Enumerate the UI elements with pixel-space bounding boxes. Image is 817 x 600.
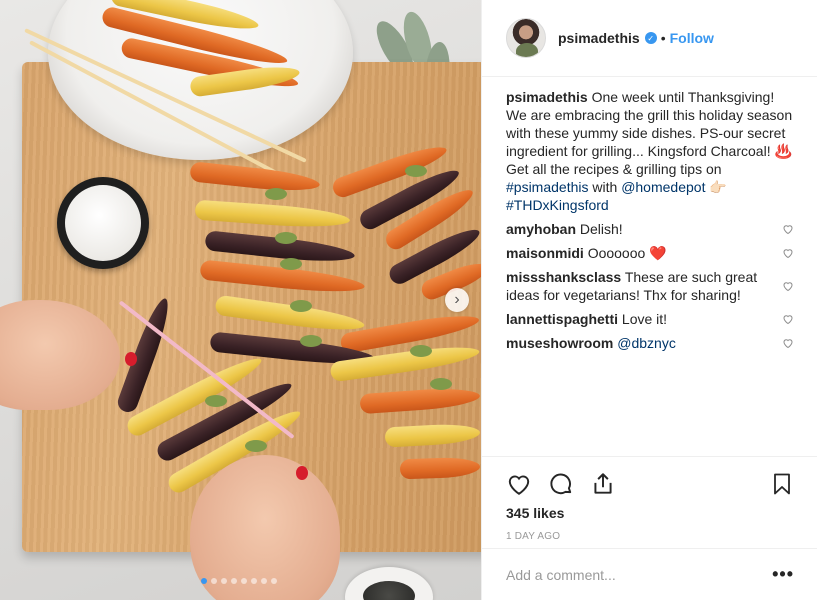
add-comment-bar: ••• — [482, 548, 817, 600]
herb-leaf — [290, 300, 312, 312]
comment-icon[interactable] — [548, 471, 574, 497]
hashtag-link[interactable]: #THDxKingsford — [506, 197, 609, 213]
small-heart-icon[interactable] — [782, 247, 794, 259]
herb-leaf — [405, 165, 427, 177]
caption-text: 👉🏻 — [705, 179, 727, 195]
comment-author[interactable]: maisonmidi — [506, 245, 584, 261]
herb-leaf — [245, 440, 267, 452]
nail — [296, 466, 308, 480]
herb-leaf — [430, 378, 452, 390]
carousel-dot — [251, 578, 257, 584]
comment-row: missshanksclass These are such great ide… — [506, 268, 794, 304]
comment-text: Delish! — [579, 221, 623, 237]
herb-leaf — [410, 345, 432, 357]
chevron-right-icon: › — [454, 291, 460, 308]
post-panel: psimadethis ✓ • Follow psimadethis One w… — [481, 0, 817, 600]
comment-row: lannettispaghetti Love it! — [506, 310, 794, 328]
comment-author[interactable]: missshanksclass — [506, 269, 621, 285]
carousel-dot — [211, 578, 217, 584]
caption-author[interactable]: psimadethis — [506, 89, 588, 105]
caption-text: with — [588, 179, 622, 195]
post-header: psimadethis ✓ • Follow — [482, 0, 817, 77]
verified-badge-icon: ✓ — [644, 32, 657, 44]
mention-link[interactable]: @dbznyc — [617, 335, 676, 351]
more-options-icon[interactable]: ••• — [772, 564, 794, 585]
heart-emoji: ❤️ — [649, 245, 667, 261]
follow-button[interactable]: Follow — [670, 30, 714, 46]
comment-text: Ooooooo — [587, 245, 646, 261]
caption: psimadethis One week until Thanksgiving!… — [506, 88, 794, 214]
comment-row: museshowroom @dbznyc — [506, 334, 794, 352]
bookmark-icon[interactable] — [770, 471, 794, 497]
post-timestamp[interactable]: 1 DAY AGO — [482, 531, 817, 542]
salt-bowl — [57, 177, 149, 269]
nail — [125, 352, 137, 366]
carousel-indicator — [201, 578, 277, 584]
separator: • — [660, 30, 666, 46]
heart-icon[interactable] — [506, 471, 532, 497]
post-actions: 345 likes 1 DAY AGO — [482, 456, 817, 542]
herb-leaf — [275, 232, 297, 244]
carousel-dot — [271, 578, 277, 584]
small-heart-icon[interactable] — [782, 337, 794, 349]
username-link[interactable]: psimadethis — [558, 30, 640, 46]
small-heart-icon[interactable] — [782, 223, 794, 235]
comment-author[interactable]: amyhoban — [506, 221, 576, 237]
post-photo[interactable]: › — [0, 0, 481, 600]
carousel-dot — [201, 578, 207, 584]
herb-leaf — [300, 335, 322, 347]
carousel-dot — [261, 578, 267, 584]
comment-author[interactable]: museshowroom — [506, 335, 613, 351]
small-heart-icon[interactable] — [782, 313, 794, 325]
comment-row: amyhoban Delish! — [506, 220, 794, 238]
carousel-next-button[interactable]: › — [445, 288, 469, 312]
comment-author[interactable]: lannettispaghetti — [506, 311, 618, 327]
pepper-bowl — [345, 567, 433, 600]
comments-list: psimadethis One week until Thanksgiving!… — [506, 88, 794, 358]
carousel-dot — [231, 578, 237, 584]
comment-text: Love it! — [621, 311, 668, 327]
herb-leaf — [280, 258, 302, 270]
herb-leaf — [265, 188, 287, 200]
add-comment-input[interactable] — [506, 566, 756, 583]
mention-link[interactable]: @homedepot — [621, 179, 705, 195]
small-heart-icon[interactable] — [782, 280, 794, 292]
herb-leaf — [205, 395, 227, 407]
hashtag-link[interactable]: #psimadethis — [506, 179, 589, 195]
carousel-dot — [221, 578, 227, 584]
comment-row: maisonmidi Ooooooo ❤️ — [506, 244, 794, 262]
carousel-dot — [241, 578, 247, 584]
avatar[interactable] — [506, 18, 546, 58]
likes-count[interactable]: 345 likes — [482, 505, 817, 521]
share-icon[interactable] — [590, 471, 616, 497]
